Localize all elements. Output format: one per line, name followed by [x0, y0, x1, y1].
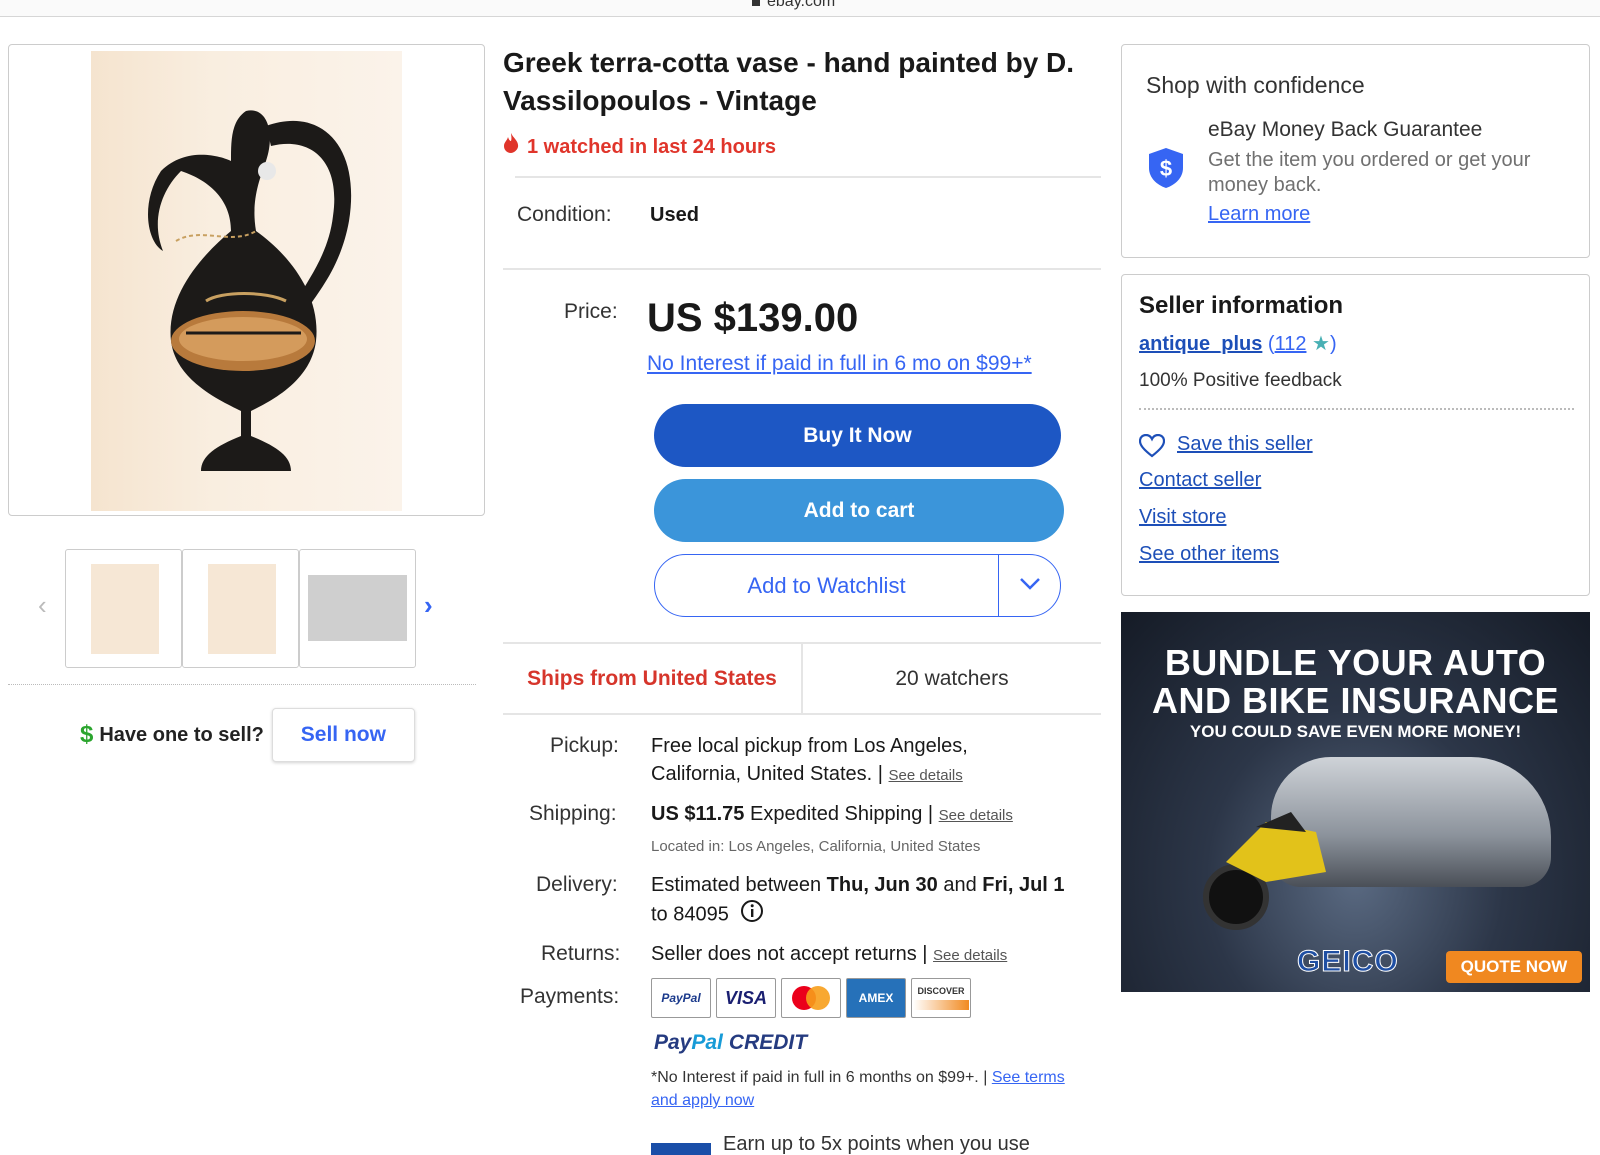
thumbnail-2[interactable] [182, 549, 299, 668]
delivery-end-date: Fri, Jul 1 [982, 874, 1065, 896]
sell-prompt-row: $ Have one to sell? Sell now [80, 708, 415, 762]
product-photo [91, 51, 402, 511]
rewards-promo: Earn up to 5x points when you use [651, 1133, 1030, 1155]
ships-from: Ships from United States [503, 644, 803, 713]
guarantee-description: Get the item you ordered or get your mon… [1208, 149, 1531, 196]
ad-subhead: YOU COULD SAVE EVEN MORE MONEY! [1189, 722, 1522, 741]
terms-text: *No Interest if paid in full in 6 months… [651, 1069, 988, 1086]
shipping-method: Expedited Shipping | [749, 803, 934, 825]
flame-icon [503, 133, 519, 159]
vase-image [148, 110, 352, 471]
rewards-text: Earn up to 5x points when you use [723, 1133, 1030, 1155]
returns-see-details-link[interactable]: See details [933, 947, 1007, 964]
payment-methods: PayPal VISA AMEX DISCOVER [651, 978, 976, 1018]
thumbnail-2-image [208, 564, 276, 654]
see-other-items-link[interactable]: See other items [1139, 543, 1279, 566]
divider [1139, 408, 1574, 410]
add-to-watchlist-label: Add to Watchlist [747, 572, 906, 598]
motorcycle-image [1196, 782, 1346, 932]
shipping-see-details-link[interactable]: See details [939, 807, 1013, 824]
browser-address-bar: ebay.com [0, 0, 1600, 17]
pickup-info: Free local pickup from Los Angeles, Cali… [651, 732, 1031, 790]
guarantee-title: eBay Money Back Guarantee [1208, 118, 1483, 141]
returns-info: Seller does not accept returns | See det… [651, 940, 1101, 970]
item-title: Greek terra-cotta vase - hand painted by… [503, 47, 1075, 116]
delivery-and: and [943, 874, 977, 896]
delivery-prefix: Estimated between [651, 874, 822, 896]
thumbnail-strip [65, 549, 416, 668]
shop-with-confidence-panel: Shop with confidence $ eBay Money Back G… [1121, 44, 1590, 258]
price-value: US $139.00 [647, 296, 859, 340]
credit-card-icon [651, 1143, 711, 1155]
delivery-info: Estimated between Thu, Jun 30 and Fri, J… [651, 871, 1101, 931]
url-text[interactable]: ebay.com [752, 0, 835, 11]
seller-information-panel: Seller information antique_plus (112 ★) … [1121, 274, 1590, 596]
shipping-summary: Ships from United States 20 watchers [503, 642, 1101, 715]
paypal-credit-terms: *No Interest if paid in full in 6 months… [651, 1066, 1091, 1112]
shield-dollar-icon: $ [1149, 148, 1183, 188]
gallery-next-arrow-icon[interactable]: › [424, 590, 433, 621]
gallery-prev-arrow-icon[interactable]: ‹ [38, 590, 47, 621]
feedback-score[interactable]: (112 ★) [1262, 333, 1337, 355]
returns-text: Seller does not accept returns | [651, 943, 928, 965]
dollar-icon: $ [80, 721, 94, 748]
learn-more-link[interactable]: Learn more [1208, 203, 1310, 226]
sell-prompt-text: Have one to sell? [99, 723, 264, 746]
delivery-zip[interactable]: to 84095 [651, 903, 729, 925]
seller-heading: Seller information [1139, 292, 1344, 319]
buy-it-now-button[interactable]: Buy It Now [654, 404, 1061, 467]
thumbnail-3[interactable] [299, 549, 416, 668]
visa-icon: VISA [716, 978, 776, 1018]
shipping-label: Shipping: [529, 802, 617, 825]
thumbnail-1[interactable] [65, 549, 182, 668]
quote-now-button[interactable]: QUOTE NOW [1446, 951, 1582, 983]
amex-icon: AMEX [846, 978, 906, 1018]
condition-value: Used [650, 204, 699, 226]
shipping-info: US $11.75 Expedited Shipping | See detai… [651, 800, 1101, 830]
ad-headline: BUNDLE YOUR AUTO AND BIKE INSURANCE [1151, 642, 1560, 721]
returns-label: Returns: [541, 942, 621, 965]
financing-link[interactable]: No Interest if paid in full in 6 mo on $… [647, 352, 1032, 376]
thumbnail-1-image [91, 564, 159, 654]
divider [503, 268, 1101, 270]
sell-now-button[interactable]: Sell now [271, 708, 415, 762]
condition-label: Condition: [517, 203, 612, 226]
contact-seller-link[interactable]: Contact seller [1139, 469, 1261, 492]
divider [515, 176, 1101, 178]
discover-icon: DISCOVER [911, 978, 971, 1018]
divider [8, 684, 476, 685]
item-location: Located in: Los Angeles, California, Uni… [651, 838, 981, 855]
seller-name-row: antique_plus (112 ★) [1139, 331, 1337, 356]
save-seller-link[interactable]: Save this seller [1177, 433, 1313, 456]
seller-name-link[interactable]: antique_plus [1139, 333, 1262, 355]
geico-advertisement[interactable]: BUNDLE YOUR AUTO AND BIKE INSURANCE YOU … [1121, 612, 1590, 992]
positive-feedback: 100% Positive feedback [1139, 370, 1342, 391]
paypal-credit-logo: PayPal CREDIT [654, 1031, 808, 1054]
pickup-label: Pickup: [550, 734, 619, 757]
watch-activity-text: 1 watched in last 24 hours [527, 136, 776, 158]
heart-icon[interactable] [1138, 433, 1166, 458]
add-to-watchlist-button[interactable]: Add to Watchlist [654, 554, 1061, 617]
confidence-heading: Shop with confidence [1146, 72, 1365, 98]
lock-icon [752, 0, 760, 6]
watch-activity: 1 watched in last 24 hours [503, 133, 776, 159]
watchers-count: 20 watchers [895, 666, 1009, 690]
chevron-down-icon[interactable] [999, 575, 1060, 596]
paypal-icon: PayPal [651, 978, 711, 1018]
delivery-start-date: Thu, Jun 30 [826, 874, 938, 896]
payments-label: Payments: [520, 985, 620, 1008]
visit-store-link[interactable]: Visit store [1139, 506, 1226, 529]
thumbnail-3-image [308, 575, 407, 641]
mastercard-icon [781, 978, 841, 1018]
main-product-image[interactable] [8, 44, 485, 516]
star-icon: ★ [1312, 333, 1330, 355]
shipping-price: US $11.75 [651, 803, 745, 825]
price-label: Price: [564, 300, 618, 323]
delivery-label: Delivery: [536, 873, 618, 896]
geico-logo: GEICO [1297, 945, 1399, 979]
pickup-see-details-link[interactable]: See details [889, 767, 963, 784]
svg-text:$: $ [1160, 156, 1172, 181]
info-icon[interactable] [740, 899, 764, 931]
add-to-cart-button[interactable]: Add to cart [654, 479, 1064, 542]
